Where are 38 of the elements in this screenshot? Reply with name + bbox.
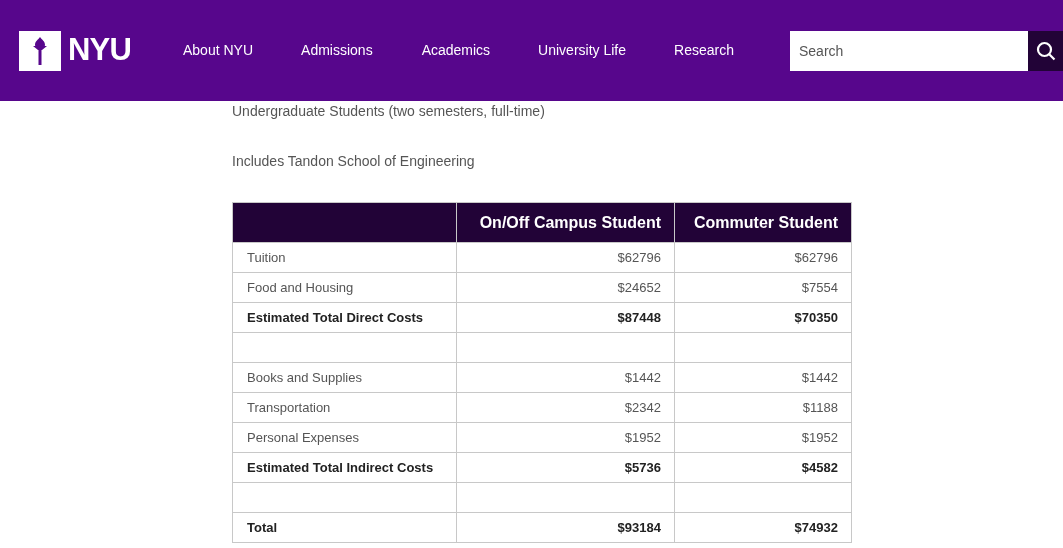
- table-cell: $1442: [674, 362, 852, 393]
- nav-link[interactable]: Admissions: [301, 40, 373, 61]
- table-cell: $1188: [674, 392, 852, 423]
- table-cell: $24652: [456, 272, 675, 303]
- table-cell: Estimated Total Direct Costs: [232, 302, 457, 333]
- intro-text: Includes Tandon School of Engineering: [232, 152, 476, 171]
- nav-link[interactable]: Academics: [421, 40, 491, 61]
- search-field[interactable]: Search: [790, 30, 1028, 71]
- table-cell: Food and Housing: [232, 272, 457, 303]
- table-cell: Total: [232, 512, 457, 543]
- search-button[interactable]: [1028, 30, 1063, 71]
- table-cell: Books and Supplies: [232, 362, 457, 393]
- table-cell: $1442: [456, 362, 675, 393]
- column-header: Commuter Student: [674, 202, 852, 243]
- table-cell: $7554: [674, 272, 852, 303]
- table-cell: Tuition: [232, 242, 457, 273]
- table-cell: Estimated Total Indirect Costs: [232, 452, 457, 483]
- table-cell: $5736: [456, 452, 675, 483]
- table-cell: $4582: [674, 452, 852, 483]
- nav-link[interactable]: About NYU: [183, 40, 254, 61]
- nav-link[interactable]: University Life: [538, 40, 627, 61]
- table-cell: Transportation: [232, 392, 457, 423]
- search-icon: [1035, 40, 1056, 61]
- intro-text: Undergraduate Students (two semesters, full-time): [232, 102, 546, 121]
- table-cell: $93184: [456, 512, 675, 543]
- table-cell: $62796: [456, 242, 675, 273]
- nav-link[interactable]: Research: [674, 40, 734, 61]
- table-cell: $1952: [674, 422, 852, 453]
- table-cell: $74932: [674, 512, 852, 543]
- column-header: On/Off Campus Student: [456, 202, 675, 243]
- table-cell: $87448: [456, 302, 675, 333]
- table-cell: $70350: [674, 302, 852, 333]
- logo-text[interactable]: NYU: [68, 27, 132, 74]
- table-cell: $1952: [456, 422, 675, 453]
- table-cell: $62796: [674, 242, 852, 273]
- table-cell: $2342: [456, 392, 675, 423]
- torch-logo-icon[interactable]: [19, 30, 61, 71]
- table-cell: Personal Expenses: [232, 422, 457, 453]
